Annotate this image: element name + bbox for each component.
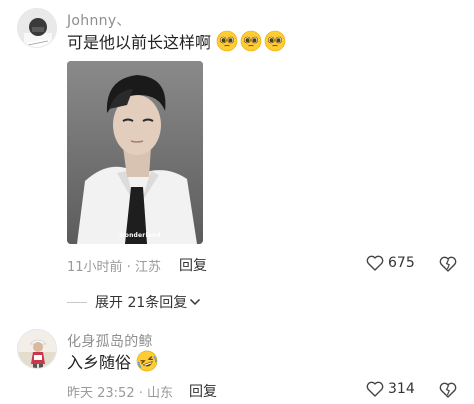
comment-1-text-body: 可是他以前长这样啊 [67,33,212,52]
comment-1-text: 可是他以前长这样啊 [67,29,286,53]
comment-1-attached-photo[interactable]: wonderland [67,61,203,244]
comment-1-username[interactable]: Johnny、 [67,10,131,30]
comment-2-text-body: 入乡随俗 [67,353,132,372]
comment-1-dislike-button[interactable] [439,256,457,276]
user-avatar-image [18,330,56,368]
comment-2-reply-button[interactable]: 回复 [189,381,217,401]
pleading-face-emoji-icon [240,30,262,52]
user-avatar-image [18,9,56,47]
expand-replies-label: 展开 21条回复 [95,295,188,311]
heart-icon [366,381,384,397]
comment-2-username[interactable]: 化身孤岛的鲸 [67,331,153,351]
comment-1-avatar[interactable] [17,8,57,48]
comment-2-text: 入乡随俗 [67,349,158,373]
heart-icon [366,255,384,271]
expand-replies-button[interactable]: 展开 21条回复 [67,292,201,312]
broken-heart-icon [439,382,457,398]
comment-1-reply-button[interactable]: 回复 [179,255,207,275]
comment-2-like-count: 314 [388,381,415,397]
comment-1-like-count: 675 [388,255,415,271]
chevron-down-icon [190,298,201,306]
pleading-face-emoji-icon [216,30,238,52]
rolling-laughing-emoji-icon [136,350,158,372]
comment-2-dislike-button[interactable] [439,382,457,402]
comment-2-like-button[interactable]: 314 [366,381,415,397]
comment-1-like-button[interactable]: 675 [366,255,415,271]
comment-2-meta: 昨天 23:52 · 山东 [67,386,173,401]
expand-divider-line [67,301,87,303]
comment-1-meta: 11小时前 · 江苏 [67,260,161,275]
photo-watermark: wonderland [119,232,161,239]
portrait-photo-image [67,61,203,244]
pleading-face-emoji-icon [264,30,286,52]
comment-2-avatar[interactable] [17,329,57,369]
broken-heart-icon [439,256,457,272]
